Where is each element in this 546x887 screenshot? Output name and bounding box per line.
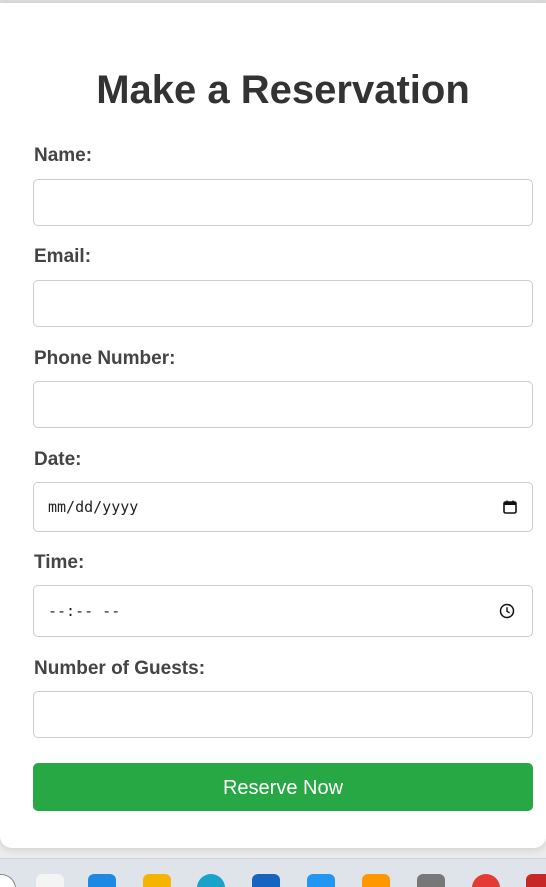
folder-icon[interactable] — [88, 874, 116, 887]
phone-input[interactable] — [33, 381, 533, 428]
search-icon[interactable] — [0, 874, 16, 887]
time-label: Time: — [34, 552, 85, 573]
app-icon[interactable] — [472, 874, 500, 887]
guests-label: Number of Guests: — [34, 658, 206, 679]
email-label: Email: — [34, 246, 92, 267]
reservation-card: Make a Reservation Name: Email: Phone Nu… — [0, 3, 546, 848]
store-icon[interactable] — [197, 874, 225, 887]
date-input[interactable]: mm/dd/yyyy — [33, 482, 533, 532]
time-input[interactable]: --:-- -- — [33, 585, 533, 637]
calendar-icon[interactable] — [503, 500, 517, 514]
time-placeholder: --:-- -- — [48, 602, 121, 620]
date-placeholder: mm/dd/yyyy — [48, 498, 139, 516]
app-icon[interactable] — [252, 874, 280, 887]
page-title: Make a Reservation — [96, 68, 470, 112]
date-label: Date: — [34, 449, 82, 470]
phone-label: Phone Number: — [34, 348, 176, 369]
chrome-icon[interactable] — [417, 874, 445, 887]
taskbar — [0, 858, 546, 887]
app-icon[interactable] — [526, 874, 546, 887]
camera-icon[interactable] — [362, 874, 390, 887]
name-label: Name: — [34, 145, 93, 166]
email-input[interactable] — [33, 280, 533, 327]
clock-icon[interactable] — [499, 603, 515, 619]
edge-icon[interactable] — [143, 874, 171, 887]
name-input[interactable] — [33, 179, 533, 226]
guests-input[interactable] — [33, 691, 533, 738]
photos-icon[interactable] — [307, 874, 335, 887]
reserve-now-button[interactable]: Reserve Now — [33, 763, 533, 811]
file-explorer-icon[interactable] — [36, 874, 64, 887]
